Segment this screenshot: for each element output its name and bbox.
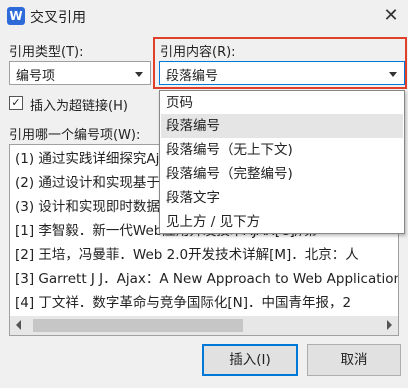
hyperlink-checkbox[interactable]: ✓ (9, 96, 23, 110)
horizontal-scrollbar[interactable] (10, 316, 398, 335)
dropdown-option-paragraph-number-no-context[interactable]: 段落编号（无上下文) (161, 138, 403, 162)
ref-content-select[interactable]: 段落编号 (159, 61, 405, 85)
insert-button[interactable]: 插入(I) (202, 344, 298, 376)
title-bar: W 交叉引用 ✕ (0, 0, 408, 34)
list-item[interactable]: [3] Garrett J J．Ajax：A New Approach to W… (15, 269, 398, 289)
cancel-button[interactable]: 取消 (307, 344, 401, 376)
ref-type-value: 编号项 (16, 69, 56, 84)
hyperlink-label[interactable]: 插入为超链接(H) (30, 95, 128, 114)
dropdown-option-paragraph-number-full[interactable]: 段落编号（完整编号) (161, 162, 403, 186)
wps-writer-icon: W (7, 7, 25, 25)
dropdown-option-above-below[interactable]: 见上方 / 见下方 (161, 210, 403, 234)
window-title: 交叉引用 (30, 10, 86, 26)
list-label: 引用哪一个编号项(W): (9, 128, 141, 143)
ref-type-select[interactable]: 编号项 (9, 61, 151, 85)
ref-content-value: 段落编号 (166, 69, 219, 84)
close-icon[interactable]: ✕ (380, 4, 402, 28)
ref-content-dropdown: 页码 段落编号 段落编号（无上下文) 段落编号（完整编号) 段落文字 见上方 /… (159, 90, 405, 234)
ref-type-label: 引用类型(T): (9, 45, 84, 60)
scroll-left-icon[interactable] (16, 320, 21, 330)
ref-content-label: 引用内容(R): (160, 45, 236, 60)
list-item[interactable]: (3) 设计和实现即时数据 (15, 197, 160, 217)
list-item[interactable]: [4] 丁文祥．数字革命与竞争国际化[N]．中国青年报，2 (15, 293, 351, 313)
dropdown-option-paragraph-text[interactable]: 段落文字 (161, 186, 403, 210)
chevron-down-icon (135, 72, 143, 77)
dropdown-option-page-number[interactable]: 页码 (161, 91, 403, 115)
chevron-down-icon (389, 72, 397, 77)
list-item[interactable]: [2] 王培，冯曼菲．Web 2.0开发技术详解[M]．北京：人 (15, 245, 359, 265)
dropdown-option-paragraph-number[interactable]: 段落编号 (161, 114, 403, 138)
scroll-right-icon[interactable] (387, 320, 392, 330)
scroll-thumb[interactable] (33, 319, 243, 332)
